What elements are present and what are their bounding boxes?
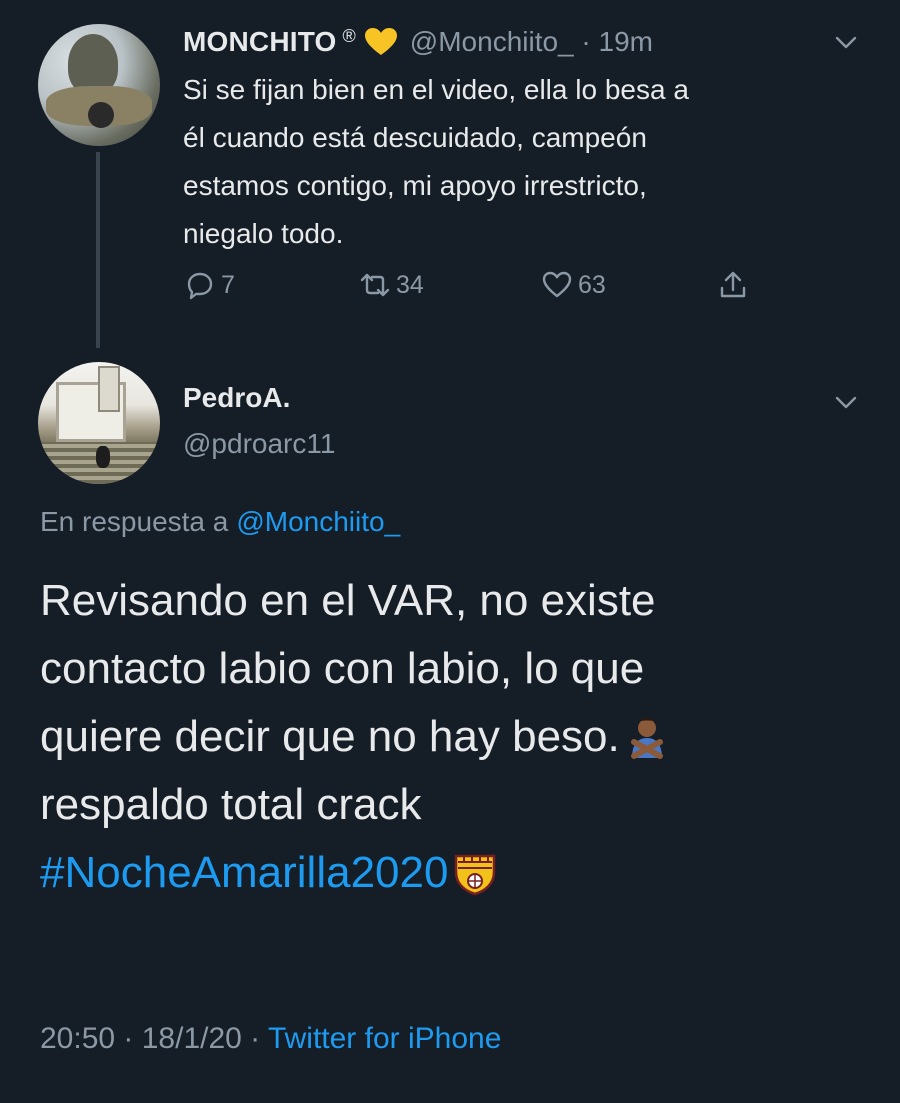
reply-count: 7 [221,270,235,299]
tweet2-line: Revisando en el VAR, no existe [40,576,656,625]
person-gesturing-no-emoji-icon [624,712,670,760]
reply-context: En respuesta a @Monchiito_ [40,506,400,538]
chevron-down-icon[interactable] [832,388,860,416]
monchito-avatar[interactable] [38,24,160,146]
share-icon [720,271,746,298]
tweet2-metadata: 20:50 · 18/1/20 · Twitter for iPhone [40,1022,501,1056]
reply-to-mention-link[interactable]: @Monchiito_ [236,506,400,537]
tweet2-author-name[interactable]: PedroA. [183,382,290,414]
hashtag-link[interactable]: #NocheAmarilla2020 [40,848,448,897]
tweet2-line-with-emoji: quiere decir que no hay beso. [40,703,880,771]
tweet1-text: Si se fijan bien en el video, ella lo be… [183,74,689,249]
tweet-detail-screen: MONCHITO ® @Monchiito_ · 19m Si se fijan… [0,0,900,1103]
share-button[interactable] [716,262,750,308]
hashtag-line: #NocheAmarilla2020 [40,839,880,907]
like-button[interactable]: 63 [540,262,606,308]
pedroa-avatar[interactable] [38,362,160,484]
retweet-icon [360,273,390,297]
reply-icon [187,272,213,300]
tweet2-line: contacto labio con labio, lo que [40,644,645,693]
like-count: 63 [578,270,606,299]
reply-to-label: En respuesta a [40,506,229,537]
chevron-down-icon[interactable] [832,28,860,56]
tweet2-handle[interactable]: @pdroarc11 [183,428,335,460]
tweet1-action-bar: 7 34 63 [183,262,773,308]
reply-button[interactable]: 7 [183,262,235,308]
tweet1-author-name[interactable]: MONCHITO [183,26,337,58]
tweet-client-link[interactable]: Twitter for iPhone [268,1022,501,1055]
heart-outline-icon [542,271,572,298]
tweet1-header: MONCHITO ® @Monchiito_ · 19m [183,24,653,60]
registered-mark: ® [342,25,356,46]
retweet-button[interactable]: 34 [358,262,424,308]
tweet2-line: respaldo total crack [40,780,422,829]
retweet-count: 34 [396,270,424,299]
yellow-heart-icon [364,27,398,57]
thread-connector-line [96,152,100,348]
barcelona-sc-crest-icon [452,848,498,896]
tweet2-line: quiere decir que no hay beso. [40,712,620,761]
tweet2-text: Revisando en el VAR, no existe contacto … [40,567,880,907]
tweet1-handle-time[interactable]: @Monchiito_ · 19m [410,26,653,58]
tweet-timestamp: 20:50 · 18/1/20 · [40,1022,268,1055]
